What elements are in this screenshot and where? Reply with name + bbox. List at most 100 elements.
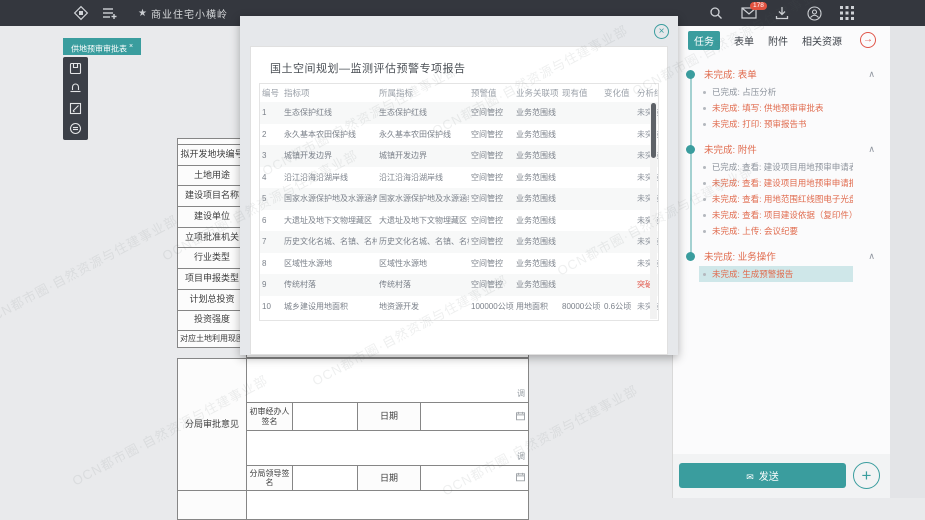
report-cell-no: 8 [260, 253, 282, 275]
apps-grid-icon[interactable] [840, 6, 854, 20]
report-cell-warn: 空间管控 [469, 124, 514, 146]
report-column-header: 所属指标 [377, 84, 469, 102]
task-item[interactable]: 已完成: 占压分析 [699, 84, 853, 100]
report-cell-parent: 区域性水源地 [377, 253, 469, 275]
close-icon[interactable]: × [654, 24, 669, 39]
report-cell-parent: 沿江沿海沿湖岸线 [377, 167, 469, 189]
form-row-label: 建设项目名称 [177, 185, 247, 207]
task-section-header[interactable]: 未完成: 业务操作∧ [673, 246, 890, 266]
app-logo-icon[interactable] [72, 4, 90, 22]
comment-icon[interactable] [69, 122, 82, 135]
tab-close-icon[interactable]: × [129, 43, 133, 50]
report-cell-no: 4 [260, 167, 282, 189]
approval-opinion-textarea-1[interactable]: 调 [246, 358, 529, 403]
section-title: 未完成: 附件 [704, 142, 868, 156]
task-item-label: 未完成: 打印: 预审报告书 [712, 118, 806, 130]
calendar-icon[interactable] [516, 411, 525, 422]
date2-input[interactable] [420, 465, 529, 491]
panel-tab-任务[interactable]: 任务 [688, 31, 720, 50]
phrase-picker-hint[interactable]: 调 [517, 389, 525, 398]
report-row[interactable]: 5国家水源保护地及水源涵养区国家水源保护地及水源涵养区空间管控业务范围线未突破 [260, 188, 659, 210]
report-cell-current [560, 167, 602, 189]
task-item[interactable]: 未完成: 查看: 项目建设依据（复印件） [699, 207, 853, 223]
save-icon[interactable] [69, 62, 82, 75]
report-cell-current [560, 253, 602, 275]
report-cell-parent: 城镇开发边界 [377, 145, 469, 167]
edit-icon[interactable] [69, 102, 82, 115]
report-row[interactable]: 10城乡建设用地面积地资源开发100000公顷用地面积80000公顷0.6公顷未… [260, 296, 659, 318]
section-title: 未完成: 表单 [704, 67, 868, 81]
task-item-label: 已完成: 占压分析 [712, 86, 776, 98]
task-item[interactable]: 未完成: 打印: 预审报告书 [699, 116, 853, 132]
report-cell-warn: 100000公顷 [469, 296, 514, 318]
item-bullet-icon [703, 182, 706, 185]
report-row[interactable]: 8区域性水源地区域性水源地空间管控业务范围线未突破 [260, 253, 659, 275]
favorite-star-icon[interactable]: ★ [138, 8, 147, 19]
chevron-up-icon[interactable]: ∧ [868, 251, 875, 262]
send-button[interactable]: ✉发送 [679, 463, 846, 488]
report-column-header: 业务关联项 [514, 84, 560, 102]
report-row[interactable]: 1生态保护红线生态保护红线空间管控业务范围线未突破 [260, 102, 659, 124]
menu-add-icon[interactable] [102, 7, 118, 19]
sign2-input[interactable] [292, 465, 358, 491]
task-section-header[interactable]: 未完成: 附件∧ [673, 139, 890, 159]
user-icon[interactable] [807, 6, 822, 21]
report-row[interactable]: 4沿江沿海沿湖岸线沿江沿海沿湖岸线空间管控业务范围线未突破 [260, 167, 659, 189]
task-section-header[interactable]: 未完成: 表单∧ [673, 64, 890, 84]
report-cell-no: 10 [260, 296, 282, 318]
report-cell-current [560, 210, 602, 232]
chevron-up-icon[interactable]: ∧ [868, 69, 875, 80]
report-row[interactable]: 9传统村落传统村落空间管控业务范围线突破 [260, 274, 659, 296]
panel-tab-相关资源[interactable]: 相关资源 [802, 33, 842, 48]
print-icon[interactable] [69, 82, 82, 95]
report-cell-item: 传统村落 [282, 274, 377, 296]
sign1-label: 初审经办人签名 [246, 402, 293, 431]
report-row[interactable]: 3城镇开发边界城镇开发边界空间管控业务范围线未突破 [260, 145, 659, 167]
panel-tab-表单[interactable]: 表单 [734, 33, 754, 48]
task-timeline: 未完成: 表单∧已完成: 占压分析未完成: 填写: 供地预审审批表未完成: 打印… [673, 54, 890, 282]
task-item[interactable]: 已完成: 查看: 建设项目用地预审申请表... [699, 159, 853, 175]
section-dot-icon [686, 145, 695, 154]
report-cell-biz: 业务范围线 [514, 167, 560, 189]
task-item[interactable]: 未完成: 生成预警报告 [699, 266, 853, 282]
task-item[interactable]: 未完成: 查看: 建设项目用地预审申请报... [699, 175, 853, 191]
report-cell-no: 5 [260, 188, 282, 210]
task-item[interactable]: 未完成: 上传: 会议纪要 [699, 223, 853, 239]
add-button[interactable]: + [853, 462, 880, 489]
item-bullet-icon [703, 91, 706, 94]
section-dot-icon [686, 252, 695, 261]
sign1-input[interactable] [292, 402, 358, 431]
report-cell-no: 1 [260, 102, 282, 124]
report-cell-change: 0.6公顷 [602, 296, 635, 318]
report-cell-biz: 用地面积 [514, 296, 560, 318]
scrollbar-thumb[interactable] [651, 103, 656, 158]
download-icon[interactable] [775, 6, 789, 20]
task-item-label: 未完成: 查看: 用地范围红线图电子光盘 [712, 193, 853, 205]
date1-input[interactable] [420, 402, 529, 431]
mail-icon[interactable]: 178 [741, 7, 757, 19]
section-dot-icon [686, 70, 695, 79]
phrase-picker-hint[interactable]: 调 [517, 452, 525, 461]
report-row[interactable]: 6大遗址及地下文物埋藏区大遗址及地下文物埋藏区空间管控业务范围线未突破 [260, 210, 659, 232]
approval-opinion-textarea-2[interactable]: 调 [246, 430, 529, 466]
table-scrollbar[interactable] [650, 103, 657, 319]
report-cell-no: 7 [260, 231, 282, 253]
report-row[interactable]: 7历史文化名城、名镇、名村历史文化名城、名镇、名村空间管控业务范围线未突破 [260, 231, 659, 253]
panel-tab-附件[interactable]: 附件 [768, 33, 788, 48]
task-item[interactable]: 未完成: 查看: 用地范围红线图电子光盘 [699, 191, 853, 207]
report-cell-current [560, 231, 602, 253]
sign2-label: 分局领导签名 [246, 465, 293, 491]
report-cell-item: 城镇开发边界 [282, 145, 377, 167]
report-cell-no: 2 [260, 124, 282, 146]
calendar-icon[interactable] [516, 472, 525, 483]
report-row[interactable]: 2永久基本农田保护线永久基本农田保护线空间管控业务范围线未突破 [260, 124, 659, 146]
search-icon[interactable] [709, 6, 723, 20]
form-row-label: 行业类型 [177, 247, 247, 269]
report-cell-no: 3 [260, 145, 282, 167]
circle-arrow-icon[interactable]: → [860, 32, 876, 48]
report-cell-current [560, 145, 602, 167]
report-cell-no: 9 [260, 274, 282, 296]
chevron-up-icon[interactable]: ∧ [868, 144, 875, 155]
task-item[interactable]: 未完成: 填写: 供地预审审批表 [699, 100, 853, 116]
tab-supply-preapproval[interactable]: 供地预审审批表× [63, 38, 141, 55]
